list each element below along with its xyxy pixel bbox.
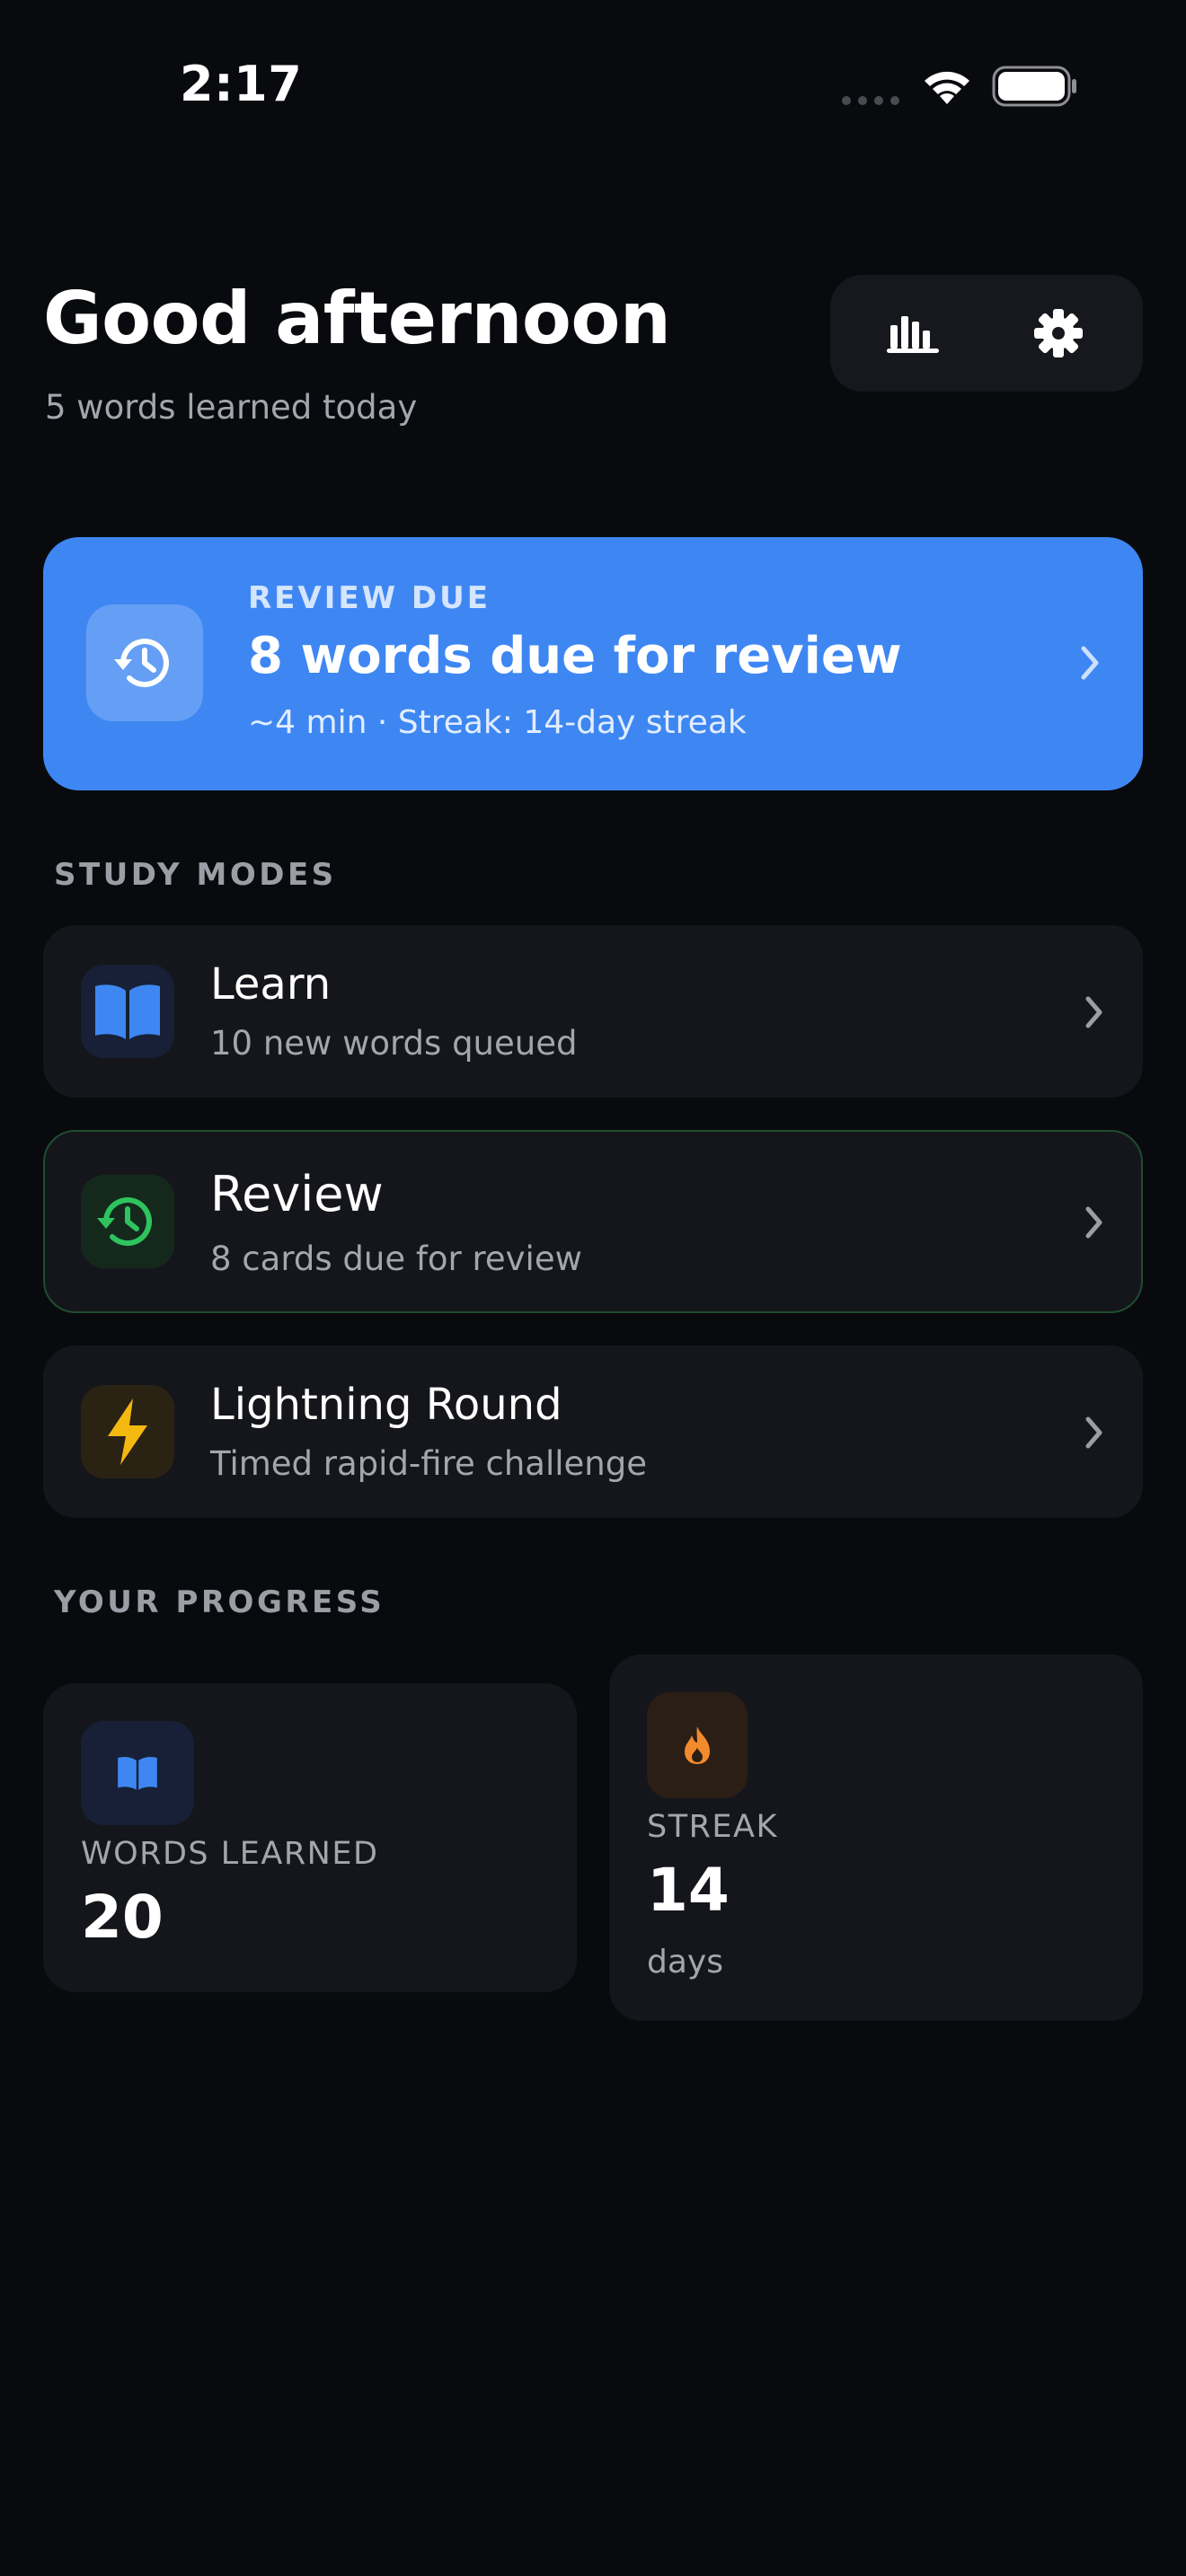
words-learned-today: 5 words learned today — [45, 388, 418, 427]
streak-unit: days — [647, 1944, 723, 1981]
review-due-banner[interactable]: REVIEW DUE 8 words due for review ~4 min… — [43, 537, 1143, 790]
banner-title: 8 words due for review — [248, 627, 902, 685]
stats-button[interactable] — [886, 306, 940, 360]
mode-title: Lightning Round — [210, 1380, 562, 1430]
greeting-title: Good afternoon — [43, 277, 671, 360]
mode-title: Review — [210, 1166, 384, 1222]
status-time: 2:17 — [180, 56, 303, 112]
gear-icon — [1034, 309, 1083, 357]
streak-value: 14 — [647, 1856, 730, 1925]
flame-icon — [685, 1726, 710, 1764]
status-bar: 2:17 — [0, 0, 1186, 171]
banner-eyebrow: REVIEW DUE — [248, 580, 491, 616]
study-mode-lightning-round[interactable]: Lightning Round Timed rapid-fire challen… — [43, 1345, 1143, 1518]
progress-icon-box — [647, 1692, 748, 1798]
chevron-right-icon — [1081, 646, 1099, 680]
study-mode-review[interactable]: Review 8 cards due for review — [43, 1130, 1143, 1313]
mode-icon-box — [81, 965, 174, 1058]
cellular-signal-icon — [842, 96, 899, 105]
study-mode-learn[interactable]: Learn 10 new words queued — [43, 925, 1143, 1098]
settings-button[interactable] — [1031, 306, 1085, 360]
book-icon — [118, 1757, 157, 1790]
book-icon — [95, 984, 160, 1039]
mode-icon-box — [81, 1385, 174, 1478]
banner-icon-box — [86, 604, 203, 721]
battery-icon — [992, 66, 1076, 107]
history-icon — [97, 1197, 152, 1247]
mode-title: Learn — [210, 959, 332, 1010]
history-icon — [114, 639, 169, 688]
lightning-icon — [108, 1398, 147, 1465]
wifi-icon — [925, 71, 969, 104]
mode-subtitle: Timed rapid-fire challenge — [210, 1444, 648, 1483]
mode-subtitle: 10 new words queued — [210, 1024, 578, 1063]
header-actions — [830, 275, 1143, 392]
bar-chart-icon — [887, 316, 939, 353]
mode-subtitle: 8 cards due for review — [210, 1239, 582, 1278]
banner-subtitle: ~4 min · Streak: 14-day streak — [248, 704, 747, 741]
chevron-right-icon — [1085, 1416, 1102, 1449]
your-progress-header: YOUR PROGRESS — [54, 1584, 385, 1620]
progress-label: WORDS LEARNED — [81, 1836, 379, 1872]
words-learned-value: 20 — [81, 1883, 164, 1952]
chevron-right-icon — [1085, 996, 1102, 1028]
chevron-right-icon — [1085, 1206, 1102, 1239]
words-learned-card: WORDS LEARNED 20 — [43, 1683, 577, 1992]
study-modes-header: STUDY MODES — [54, 857, 337, 893]
progress-icon-box — [81, 1721, 194, 1825]
progress-label: STREAK — [647, 1809, 778, 1845]
streak-card: STREAK 14 days — [609, 1654, 1143, 2021]
mode-icon-box — [81, 1175, 174, 1268]
